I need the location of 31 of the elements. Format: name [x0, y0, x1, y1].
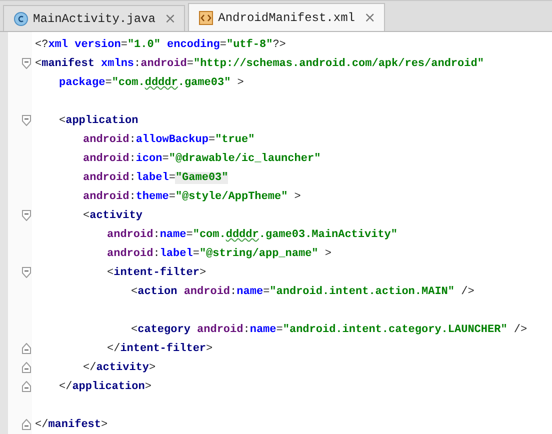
- code-line: android:icon="@drawable/ic_launcher": [83, 152, 321, 164]
- editor-tab[interactable]: AndroidManifest.xml ×: [188, 3, 385, 31]
- code-line: android:label="Game03": [83, 172, 228, 184]
- fold-icon[interactable]: [22, 419, 31, 430]
- fold-icon[interactable]: [22, 362, 31, 373]
- code-line: <intent-filter>: [107, 266, 206, 278]
- fold-icon[interactable]: [22, 343, 31, 354]
- code-line: android:allowBackup="true": [83, 134, 255, 146]
- code-line: </intent-filter>: [107, 342, 213, 354]
- code-line: <category android:name="android.intent.category.LAUNCHER" />: [131, 324, 528, 336]
- code-line: </application>: [59, 380, 152, 392]
- code-line: package="com.ddddr.game03" >: [59, 76, 244, 88]
- code-line: android:name="com.ddddr.game03.MainActivity": [107, 228, 398, 240]
- fold-icon[interactable]: [22, 381, 31, 392]
- xml-file-icon: [199, 10, 214, 24]
- fold-icon[interactable]: [22, 115, 31, 126]
- code-line: android:label="@string/app_name" >: [107, 248, 332, 260]
- fold-icon[interactable]: [22, 58, 31, 69]
- class-icon: [14, 12, 28, 26]
- fold-icon[interactable]: [22, 267, 31, 278]
- code-line: <manifest xmlns:android="http://schemas.android.com/apk/res/android": [35, 58, 484, 70]
- code-line: <action android:name="android.intent.action.MAIN" />: [131, 286, 474, 298]
- code-line: </manifest>: [35, 418, 108, 430]
- fold-icon[interactable]: [22, 210, 31, 221]
- editor-tab[interactable]: MainActivity.java ×: [3, 5, 186, 31]
- code-line: <?xml version="1.0" encoding="utf-8"?>: [35, 38, 286, 50]
- code-line: <application: [59, 114, 138, 126]
- code-line: android:theme="@style/AppTheme" >: [83, 190, 301, 202]
- code-line: </activity>: [83, 362, 156, 374]
- close-icon[interactable]: ×: [364, 10, 376, 26]
- code-line: <activity: [83, 210, 142, 222]
